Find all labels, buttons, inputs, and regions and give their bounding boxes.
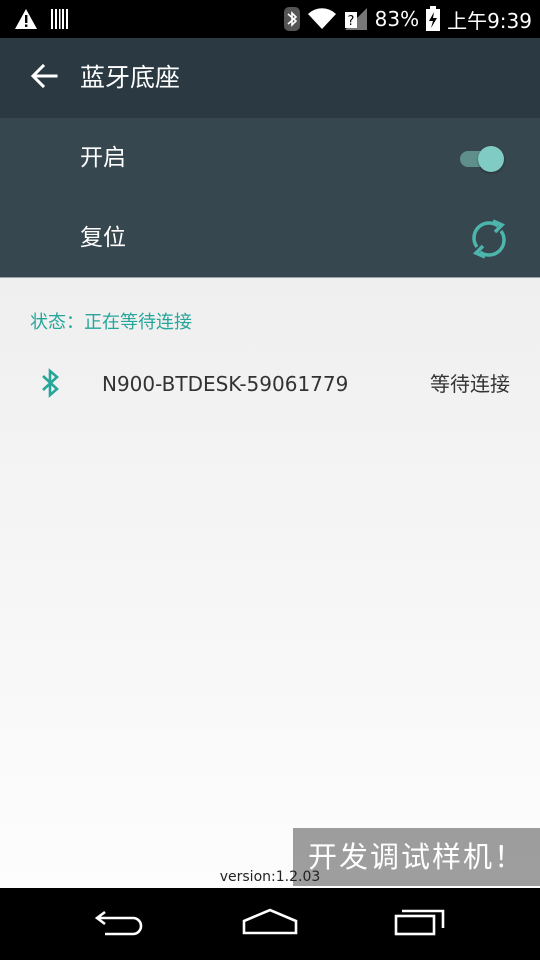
battery-charging-icon: [425, 6, 441, 32]
svg-text:?: ?: [347, 14, 354, 29]
nav-back-button[interactable]: [80, 902, 160, 946]
device-state: 等待连接: [430, 372, 510, 396]
enable-row: 开启: [0, 118, 540, 198]
no-sim-icon: ?: [343, 6, 369, 32]
refresh-icon[interactable]: [468, 219, 510, 259]
home-icon: [241, 907, 299, 941]
enable-label: 开启: [80, 145, 126, 171]
reset-row[interactable]: 复位: [0, 198, 540, 278]
nav-recents-button[interactable]: [380, 902, 460, 946]
main-content: 状态：正在等待连接 N900-BTDESK-59061779 等待连接 开发调试…: [0, 278, 540, 888]
enable-toggle[interactable]: [460, 144, 506, 174]
version-label: version:1.2.03: [219, 869, 321, 885]
settings-panel: 开启 复位: [0, 118, 540, 277]
recents-icon: [393, 907, 447, 941]
wifi-icon: [307, 7, 337, 31]
nav-home-button[interactable]: [230, 902, 310, 946]
status-bar-left: [14, 8, 70, 30]
device-list-item[interactable]: N900-BTDESK-59061779 等待连接: [0, 358, 540, 410]
reset-label: 复位: [80, 225, 126, 251]
arrow-left-icon: [30, 63, 58, 93]
bluetooth-icon: [40, 368, 62, 398]
status-bar: ? 83% 上午9:39: [0, 0, 540, 38]
navigation-bar: [0, 888, 540, 960]
warning-icon: [14, 8, 38, 30]
battery-percent: 83%: [374, 7, 420, 31]
page-title: 蓝牙底座: [80, 63, 181, 92]
app-bar: 蓝牙底座: [0, 38, 540, 118]
barcode-icon: [50, 8, 70, 30]
device-name: N900-BTDESK-59061779: [102, 372, 349, 396]
clock: 上午9:39: [447, 8, 532, 33]
status-bar-right: ? 83% 上午9:39: [283, 4, 532, 34]
back-icon: [93, 907, 147, 941]
toggle-thumb: [478, 146, 504, 172]
connection-status: 状态：正在等待连接: [30, 312, 192, 333]
bluetooth-icon: [283, 6, 301, 32]
back-button[interactable]: [24, 58, 64, 98]
